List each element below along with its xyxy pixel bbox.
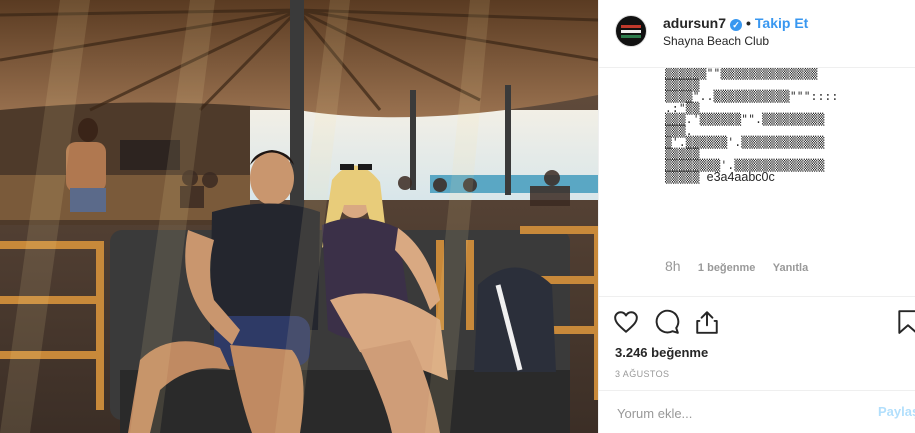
username-row: adursun7 ✓ • Takip Et xyxy=(663,15,808,31)
comment-line: ▒▒▒▒▒ xyxy=(665,170,700,184)
comment-tail-text: e3a4aabc0c xyxy=(706,169,775,184)
like-count[interactable]: 3.246 beğenme xyxy=(615,345,708,360)
verified-badge-icon: ✓ xyxy=(730,19,743,31)
location-link[interactable]: Shayna Beach Club xyxy=(663,34,769,48)
action-bar: 3.246 beğenme 3 AĞUSTOS xyxy=(599,296,915,390)
reply-button[interactable]: Yanıtla xyxy=(773,262,808,274)
separator-dot: • xyxy=(746,15,751,31)
post-header: adursun7 ✓ • Takip Et Shayna Beach Club xyxy=(599,0,915,68)
comment-text: ▒▒▒▒▒▒""▒▒▒▒▒▒▒▒▒▒▒▒▒▒ ▒▒▒▒▒ ▒▒▒▒"..▒▒▒▒… xyxy=(665,68,885,183)
comment-input[interactable] xyxy=(615,401,859,425)
post-photo[interactable] xyxy=(0,0,598,433)
avatar[interactable] xyxy=(615,15,647,47)
follow-button[interactable]: Takip Et xyxy=(755,15,808,31)
comments-area: ▒▒▒▒▒▒""▒▒▒▒▒▒▒▒▒▒▒▒▒▒ ▒▒▒▒▒ ▒▒▒▒"..▒▒▒▒… xyxy=(599,68,915,296)
comment-time[interactable]: 8h xyxy=(665,258,681,274)
comment-meta: 8h 1 beğenme Yanıtla xyxy=(665,258,808,274)
post-side-panel: adursun7 ✓ • Takip Et Shayna Beach Club ▒▒▒… xyxy=(598,0,915,433)
post-date[interactable]: 3 AĞUSTOS xyxy=(615,369,669,379)
bookmark-icon[interactable] xyxy=(895,309,915,335)
heart-icon[interactable] xyxy=(613,309,639,335)
post-comment-button[interactable]: Paylaş xyxy=(878,404,915,419)
share-icon[interactable] xyxy=(694,309,720,335)
comment-likes-link[interactable]: 1 beğenme xyxy=(698,262,755,274)
comment-box: Paylaş xyxy=(599,390,915,433)
username-link[interactable]: adursun7 xyxy=(663,15,726,31)
comment-icon[interactable] xyxy=(654,309,680,335)
photo-scene xyxy=(0,0,598,433)
